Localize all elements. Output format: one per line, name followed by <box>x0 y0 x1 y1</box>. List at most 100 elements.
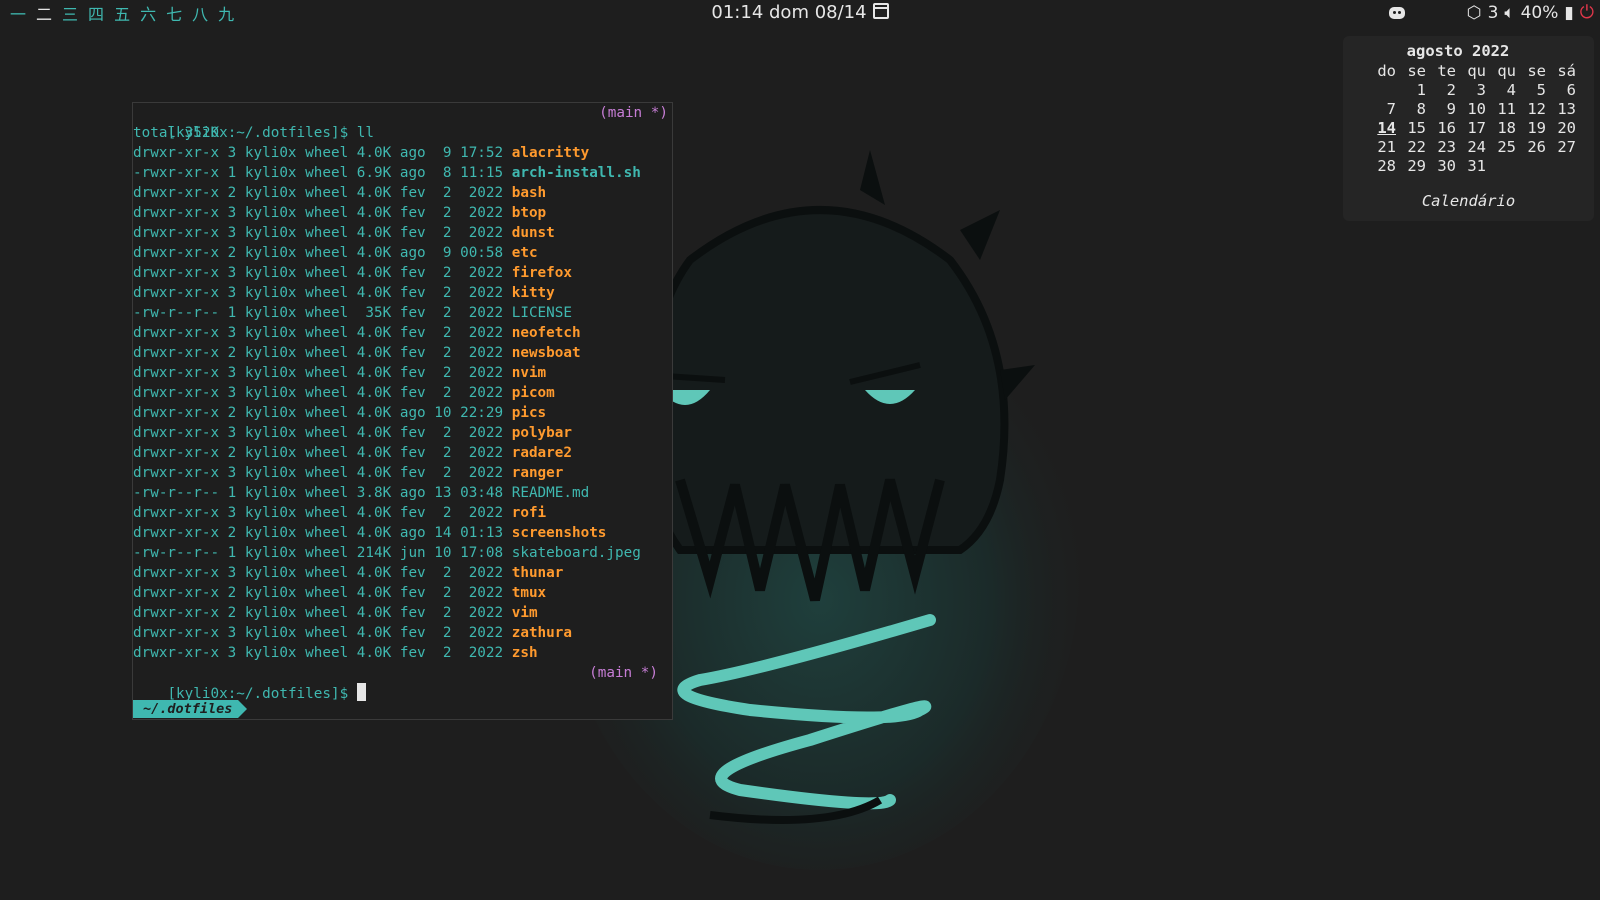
volume-level[interactable]: 40% <box>1521 3 1559 23</box>
file-name: LICENSE <box>511 305 572 321</box>
system-tray: ⬡ 3 🔈︎ 40% ▮ ⏻ <box>1388 2 1594 23</box>
calendar-day <box>1546 157 1576 176</box>
weekday-label: se <box>1527 62 1546 80</box>
calendar-week-row: 7 8 9 10 11 12 13 <box>1366 100 1576 119</box>
file-row: drwxr-xr-x 3 kyli0x wheel 4.0K fev 2 202… <box>133 643 672 663</box>
weekday-label: se <box>1407 62 1426 80</box>
calendar-day[interactable]: 12 <box>1516 100 1546 119</box>
file-row: drwxr-xr-x 3 kyli0x wheel 4.0K fev 2 202… <box>133 223 672 243</box>
calendar-day[interactable]: 11 <box>1486 100 1516 119</box>
calendar-day[interactable]: 16 <box>1426 119 1456 138</box>
file-name: arch-install.sh <box>511 165 641 181</box>
file-meta: drwxr-xr-x 2 kyli0x wheel 4.0K fev 2 202… <box>133 345 512 361</box>
calendar-day[interactable]: 5 <box>1516 81 1546 100</box>
calendar-day[interactable]: 30 <box>1426 157 1456 176</box>
file-name: vim <box>511 605 538 621</box>
calendar-day[interactable]: 22 <box>1396 138 1426 157</box>
calendar-day[interactable]: 18 <box>1486 119 1516 138</box>
file-meta: -rw-r--r-- 1 kyli0x wheel 214K jun 10 17… <box>133 545 512 561</box>
git-status-prompt: (main *) <box>589 665 658 681</box>
calendar-day[interactable]: 7 <box>1366 100 1396 119</box>
file-meta: -rwxr-xr-x 1 kyli0x wheel 6.9K ago 8 11:… <box>133 165 512 181</box>
calendar-day[interactable]: 24 <box>1456 138 1486 157</box>
file-row: drwxr-xr-x 3 kyli0x wheel 4.0K fev 2 202… <box>133 283 672 303</box>
file-meta: drwxr-xr-x 3 kyli0x wheel 4.0K fev 2 202… <box>133 645 512 661</box>
calendar-day-today[interactable]: 14 <box>1366 119 1396 138</box>
file-name: skateboard.jpeg <box>511 545 641 561</box>
calendar-day[interactable]: 8 <box>1396 100 1426 119</box>
clock[interactable]: 01:14 dom 08/14 <box>0 2 1600 23</box>
calendar-day[interactable]: 17 <box>1456 119 1486 138</box>
file-meta: drwxr-xr-x 3 kyli0x wheel 4.0K ago 9 17:… <box>133 145 512 161</box>
file-row: drwxr-xr-x 2 kyli0x wheel 4.0K ago 14 01… <box>133 523 672 543</box>
file-row: drwxr-xr-x 3 kyli0x wheel 4.0K fev 2 202… <box>133 463 672 483</box>
file-row: drwxr-xr-x 3 kyli0x wheel 4.0K fev 2 202… <box>133 503 672 523</box>
calendar-day[interactable]: 3 <box>1456 81 1486 100</box>
calendar-day[interactable]: 19 <box>1516 119 1546 138</box>
discord-icon[interactable] <box>1388 6 1405 19</box>
calendar-day[interactable]: 10 <box>1456 100 1486 119</box>
file-row: -rw-r--r-- 1 kyli0x wheel 214K jun 10 17… <box>133 543 672 563</box>
terminal-window[interactable]: [kyli0x:~/.dotfiles]$ ll (main *) total … <box>132 102 673 720</box>
calendar-day[interactable]: 29 <box>1396 157 1426 176</box>
file-name: README.md <box>511 485 590 501</box>
calendar-day[interactable]: 13 <box>1546 100 1576 119</box>
file-meta: drwxr-xr-x 3 kyli0x wheel 4.0K fev 2 202… <box>133 465 512 481</box>
file-meta: drwxr-xr-x 3 kyli0x wheel 4.0K fev 2 202… <box>133 385 512 401</box>
calendar-weekday-row: do se te qu qu se sá <box>1366 62 1576 81</box>
file-meta: drwxr-xr-x 2 kyli0x wheel 4.0K ago 14 01… <box>133 525 512 541</box>
file-meta: drwxr-xr-x 2 kyli0x wheel 4.0K ago 9 00:… <box>133 245 512 261</box>
network-icon[interactable]: ⬡ <box>1467 3 1482 23</box>
calendar-day <box>1486 157 1516 176</box>
file-meta: drwxr-xr-x 2 kyli0x wheel 4.0K fev 2 202… <box>133 585 512 601</box>
file-meta: drwxr-xr-x 3 kyli0x wheel 4.0K fev 2 202… <box>133 265 512 281</box>
calendar-day[interactable]: 20 <box>1546 119 1576 138</box>
calendar-popup: agosto 2022 do se te qu qu se sá 1 2 3 4 5 6 7 8 9 10 11 1… <box>1343 36 1594 221</box>
file-name: pics <box>511 405 547 421</box>
weekday-label: sá <box>1557 62 1576 80</box>
calendar-day[interactable]: 25 <box>1486 138 1516 157</box>
file-meta: drwxr-xr-x 3 kyli0x wheel 4.0K fev 2 202… <box>133 565 512 581</box>
power-icon[interactable]: ⏻ <box>1580 2 1594 23</box>
calendar-day[interactable]: 26 <box>1516 138 1546 157</box>
calendar-day[interactable]: 15 <box>1396 119 1426 138</box>
total-line: total 352K <box>133 125 220 141</box>
volume-icon[interactable]: 🔈︎ <box>1504 3 1514 23</box>
file-name: newsboat <box>511 345 581 361</box>
file-meta: drwxr-xr-x 2 kyli0x wheel 4.0K ago 10 22… <box>133 405 512 421</box>
network-count: 3 <box>1487 2 1499 23</box>
calendar-day[interactable]: 2 <box>1426 81 1456 100</box>
calendar-day[interactable]: 27 <box>1546 138 1576 157</box>
calendar-day[interactable]: 1 <box>1396 81 1426 100</box>
calendar-day[interactable]: 28 <box>1366 157 1396 176</box>
calendar-day[interactable]: 31 <box>1456 157 1486 176</box>
file-name: ranger <box>511 465 564 481</box>
calendar-week-row: 123456 <box>1366 81 1576 100</box>
calendar-day[interactable]: 9 <box>1426 100 1456 119</box>
file-row: drwxr-xr-x 3 kyli0x wheel 4.0K fev 2 202… <box>133 623 672 643</box>
file-meta: drwxr-xr-x 3 kyli0x wheel 4.0K fev 2 202… <box>133 365 512 381</box>
weekday-label: do <box>1377 62 1396 80</box>
calendar-day[interactable]: 6 <box>1546 81 1576 100</box>
file-meta: drwxr-xr-x 3 kyli0x wheel 4.0K fev 2 202… <box>133 325 512 341</box>
calendar-day[interactable]: 4 <box>1486 81 1516 100</box>
battery-icon: ▮ <box>1564 2 1574 23</box>
file-name: kitty <box>511 285 555 301</box>
file-name: alacritty <box>511 145 590 161</box>
file-row: drwxr-xr-x 3 kyli0x wheel 4.0K fev 2 202… <box>133 563 672 583</box>
file-name: zsh <box>511 645 538 661</box>
file-meta: drwxr-xr-x 2 kyli0x wheel 4.0K fev 2 202… <box>133 605 512 621</box>
weekday-label: te <box>1437 62 1456 80</box>
file-meta: drwxr-xr-x 3 kyli0x wheel 4.0K fev 2 202… <box>133 225 512 241</box>
file-name: btop <box>511 205 547 221</box>
prompt-line[interactable]: [kyli0x:~/.dotfiles]$ (main *) <box>133 663 672 702</box>
file-name: zathura <box>511 625 572 641</box>
calendar-icon <box>872 3 889 19</box>
calendar-day[interactable]: 21 <box>1366 138 1396 157</box>
calendar-week-row: 21 22 23 24 25 26 27 <box>1366 138 1576 157</box>
file-name: tmux <box>511 585 547 601</box>
file-meta: -rw-r--r-- 1 kyli0x wheel 35K fev 2 2022 <box>133 305 512 321</box>
file-name: nvim <box>511 365 547 381</box>
file-name: rofi <box>511 505 547 521</box>
calendar-day[interactable]: 23 <box>1426 138 1456 157</box>
